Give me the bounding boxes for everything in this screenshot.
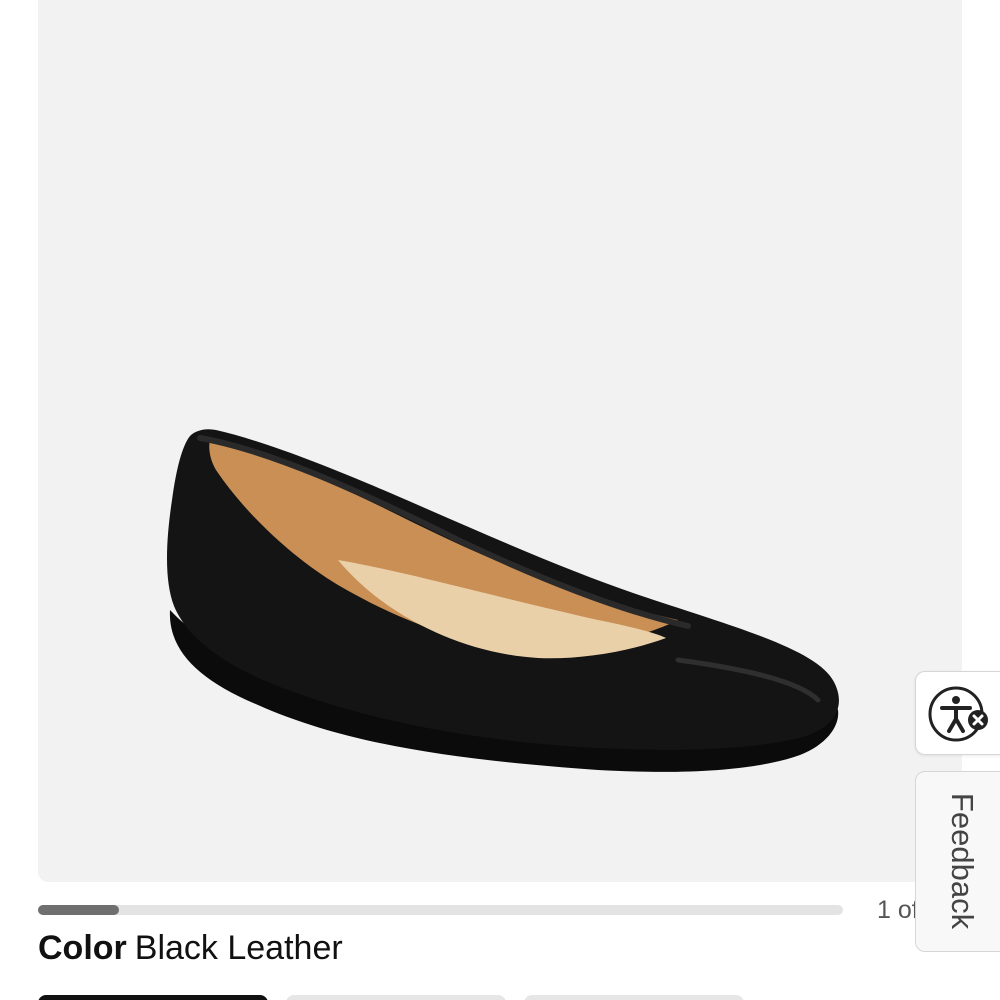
color-swatch-selected[interactable]: [38, 995, 268, 1000]
product-page: 1 of Color Black Leather Feedback: [0, 0, 1000, 1000]
color-value: Black Leather: [134, 929, 343, 967]
color-swatch-list: [38, 995, 748, 1000]
feedback-tab[interactable]: Feedback: [915, 771, 1000, 952]
color-row: Color Black Leather: [38, 925, 343, 971]
feedback-label: Feedback: [945, 792, 980, 930]
color-swatch[interactable]: [524, 995, 744, 1000]
close-icon: [968, 710, 988, 730]
accessibility-icon: [928, 686, 988, 742]
accessibility-widget-button[interactable]: [915, 671, 1000, 755]
product-image-panel[interactable]: [38, 0, 962, 882]
color-swatch[interactable]: [286, 995, 506, 1000]
carousel-progress-thumb[interactable]: [38, 905, 119, 915]
carousel-progress-track[interactable]: [38, 905, 843, 915]
color-label: Color: [38, 929, 127, 967]
shoe-image: [167, 429, 839, 772]
